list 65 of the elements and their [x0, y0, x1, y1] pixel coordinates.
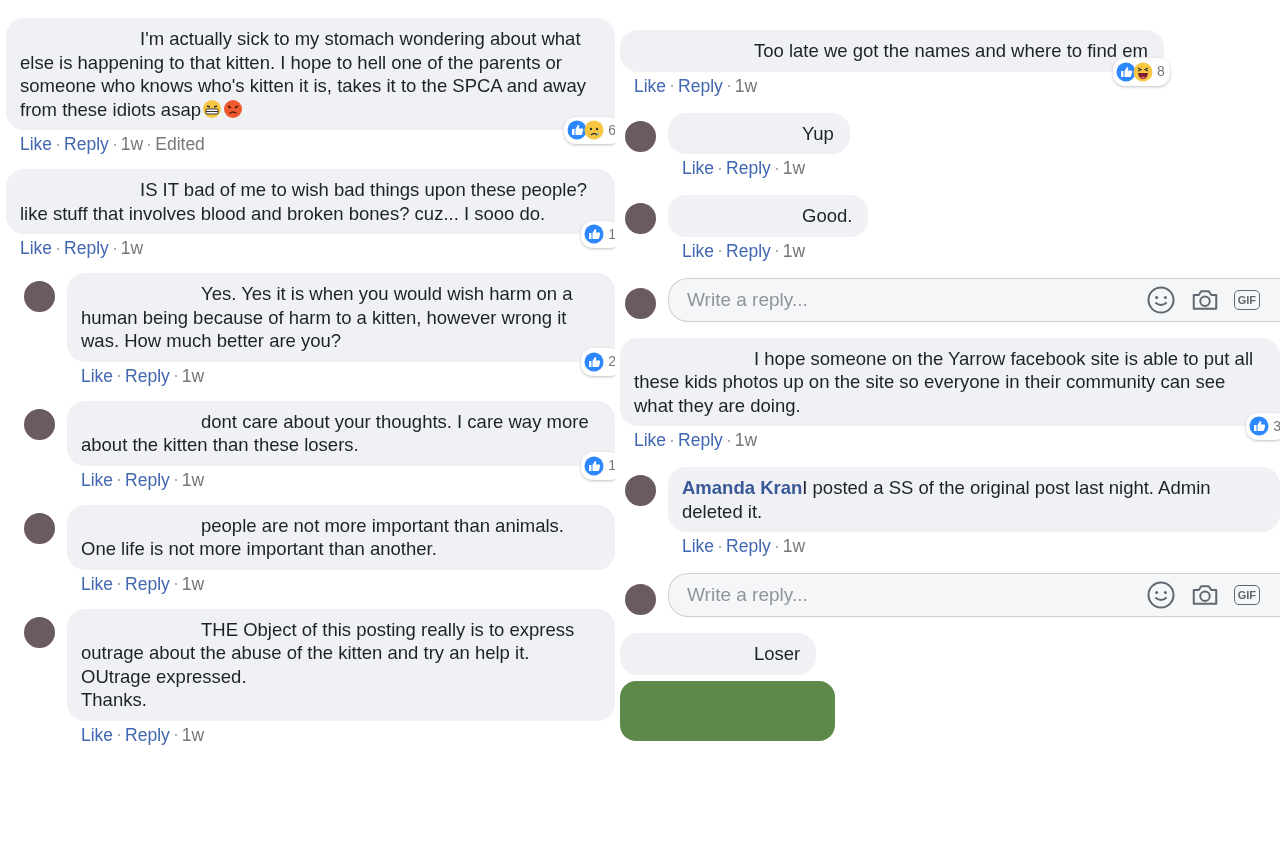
comment-time: 1w [181, 724, 205, 746]
thumbs-up-icon [1116, 61, 1137, 82]
like-link[interactable]: Like [20, 238, 53, 259]
thumbs-up-icon [584, 224, 605, 245]
comment-text: Good. [801, 204, 853, 228]
reaction-count[interactable]: 3 [1246, 412, 1280, 440]
grimace-emoji-icon [202, 98, 222, 119]
comment-text: people are not more important than animals. One life is not more important than another. [81, 513, 565, 561]
reply-link[interactable]: Reply [726, 536, 771, 557]
comment-text: Yes. Yes it is when you would wish harm on a human being because of harm to a kitten, however wrong it was. How much better are you? [81, 282, 574, 353]
comment-time: 1w [734, 430, 758, 451]
like-link[interactable]: Like [20, 134, 53, 155]
comment-time: 1w [181, 469, 205, 491]
gif-button[interactable]: GIF [1233, 585, 1260, 605]
reply-link[interactable]: Reply [125, 469, 170, 491]
like-link[interactable]: Like [682, 536, 715, 557]
reply-link[interactable]: Reply [726, 240, 771, 262]
angry-emoji-icon [223, 98, 243, 119]
reaction-count[interactable]: 1 [581, 452, 615, 480]
reaction-count[interactable]: 2 [581, 348, 615, 376]
thumbs-up-icon [584, 351, 605, 372]
reply-link[interactable]: Reply [125, 724, 170, 746]
comment-time: 1w [120, 238, 144, 259]
like-link[interactable]: Like [634, 75, 667, 97]
avatar [625, 288, 656, 319]
reply-link[interactable]: Reply [125, 365, 170, 387]
reaction-count[interactable]: 8 [1113, 58, 1170, 86]
reply-link[interactable]: Reply [726, 158, 771, 179]
comment-time: 1w [782, 158, 806, 179]
gif-button[interactable]: GIF [1233, 289, 1260, 310]
comment-text: Yup [801, 121, 834, 145]
edited-label: Edited [155, 134, 205, 155]
reply-link[interactable]: Reply [678, 75, 723, 97]
smiley-icon[interactable] [1145, 284, 1176, 315]
like-link[interactable]: Like [81, 469, 114, 491]
reply-input-field[interactable]: Write a reply... GIF [668, 573, 1280, 617]
like-link[interactable]: Like [81, 724, 114, 746]
comment-time: 1w [782, 536, 806, 557]
like-link[interactable]: Like [81, 365, 114, 387]
like-link[interactable]: Like [634, 430, 667, 451]
comment-text: Loser [753, 642, 801, 666]
like-link[interactable]: Like [81, 573, 114, 595]
reply-input-field[interactable]: Write a reply... GIF [668, 277, 1280, 322]
reply-link[interactable]: Reply [125, 573, 170, 595]
thumbs-up-icon [584, 455, 605, 476]
smiley-icon[interactable] [1145, 580, 1176, 610]
comment-time: 1w [734, 75, 758, 97]
thumbs-up-icon [1249, 416, 1270, 437]
like-link[interactable]: Like [682, 240, 715, 262]
avatar [625, 583, 656, 615]
sad-face-icon [584, 120, 605, 141]
comment-time: 1w [181, 573, 205, 595]
comment-time: 1w [181, 365, 205, 387]
comment-text: Amanda KranI posted a SS of the original post last night. Admin deleted it. [682, 476, 1212, 523]
comment-text: THE Object of this posting really is to express outrage about the abuse of the kitten and try an help it. OUtrage expressed. Thanks. [81, 617, 576, 712]
reaction-count[interactable]: 6 [564, 116, 615, 144]
comment-time: 1w [782, 240, 806, 262]
thumbs-up-icon [567, 120, 588, 141]
reply-link[interactable]: Reply [64, 134, 109, 155]
laughing-face-icon [1133, 61, 1154, 82]
reaction-count[interactable]: 1 [581, 220, 615, 248]
reply-link[interactable]: Reply [678, 430, 723, 451]
like-link[interactable]: Like [682, 158, 715, 179]
reply-link[interactable]: Reply [64, 238, 109, 259]
comment-time: 1w [120, 134, 144, 155]
